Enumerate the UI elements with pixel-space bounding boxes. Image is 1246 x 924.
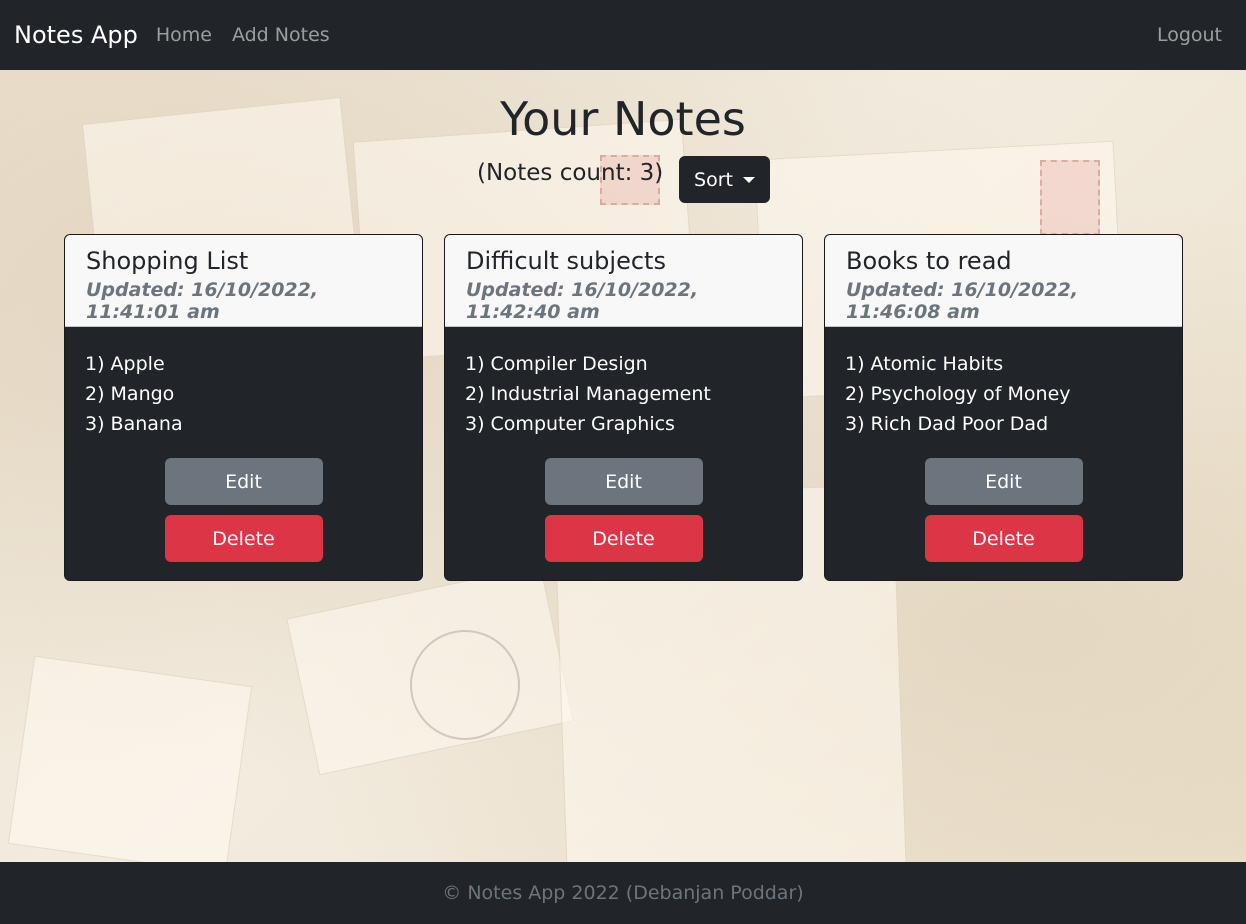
note-line: 3) Rich Dad Poor Dad [845,413,1049,435]
edit-button[interactable]: Edit [924,458,1083,505]
note-card-header: Books to read Updated: 16/10/2022, 11:46… [825,235,1182,327]
note-updated: Updated: 16/10/2022, 11:41:01 am [86,279,319,323]
note-line: 2) Mango [85,383,175,405]
chevron-down-icon [742,176,755,183]
delete-button[interactable]: Delete [544,515,703,562]
note-title: Difficult subjects [466,247,666,275]
note-line: 2) Industrial Management [465,383,711,405]
edit-button[interactable]: Edit [544,458,703,505]
notes-count: (Notes count: 3) [477,160,664,186]
note-line: 3) Computer Graphics [465,413,675,435]
note-title: Shopping List [86,247,249,275]
delete-button[interactable]: Delete [924,515,1083,562]
note-card-body: 1) Compiler Design 2) Industrial Managem… [445,327,802,562]
page-title: Your Notes [500,92,746,146]
sort-label: Sort [694,168,733,191]
note-card: Books to read Updated: 16/10/2022, 11:46… [824,234,1183,581]
nav-home[interactable]: Home [156,24,212,46]
background-stamp [1040,160,1100,235]
note-line: 1) Atomic Habits [845,353,1004,375]
note-card: Shopping List Updated: 16/10/2022, 11:41… [64,234,423,581]
note-card: Difficult subjects Updated: 16/10/2022, … [444,234,803,581]
logout-link[interactable]: Logout [1157,24,1222,46]
note-line: 3) Banana [85,413,183,435]
note-card-body: 1) Apple 2) Mango 3) Banana Edit Delete [65,327,422,562]
nav-add-notes[interactable]: Add Notes [232,24,330,46]
note-card-header: Shopping List Updated: 16/10/2022, 11:41… [65,235,422,327]
sort-dropdown-button[interactable]: Sort [679,156,770,203]
background-postcard [7,655,253,862]
note-title: Books to read [846,247,1012,275]
note-line: 1) Compiler Design [465,353,648,375]
note-updated: Updated: 16/10/2022, 11:42:40 am [466,279,699,323]
background-postmark [410,630,520,740]
note-updated: Updated: 16/10/2022, 11:46:08 am [846,279,1079,323]
edit-button[interactable]: Edit [164,458,323,505]
brand-link[interactable]: Notes App [14,21,138,49]
footer: © Notes App 2022 (Debanjan Poddar) [0,862,1246,924]
note-line: 1) Apple [85,353,165,375]
note-card-header: Difficult subjects Updated: 16/10/2022, … [445,235,802,327]
delete-button[interactable]: Delete [164,515,323,562]
note-line: 2) Psychology of Money [845,383,1071,405]
note-card-body: 1) Atomic Habits 2) Psychology of Money … [825,327,1182,562]
footer-text: © Notes App 2022 (Debanjan Poddar) [442,882,804,904]
navbar: Notes App Home Add Notes Logout [0,0,1246,70]
